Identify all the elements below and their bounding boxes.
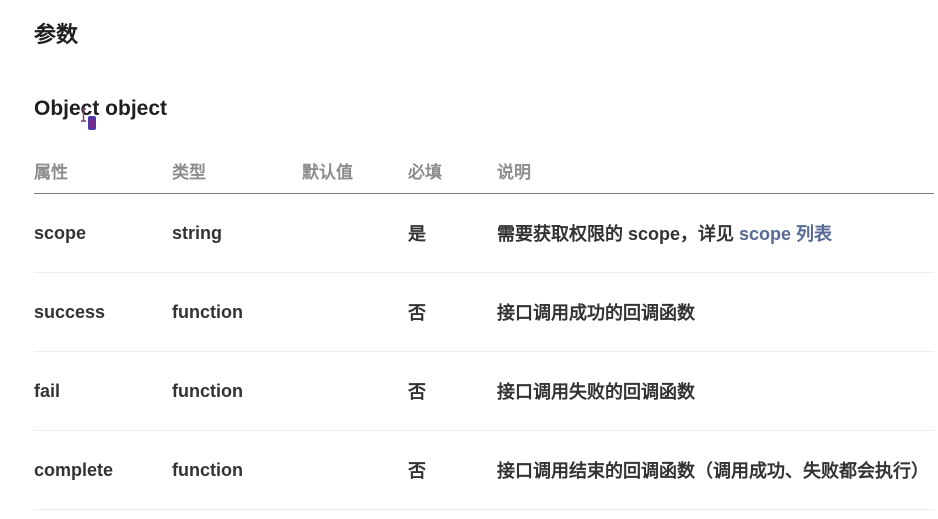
object-title: Object object: [34, 97, 168, 120]
table-row: success function 否 接口调用成功的回调函数: [34, 272, 934, 352]
header-type: 类型: [172, 148, 302, 194]
cell-default: [302, 272, 408, 352]
cell-required: 否: [408, 351, 497, 431]
cell-desc: 接口调用结束的回调函数（调用成功、失败都会执行）: [497, 430, 934, 510]
section-title: 参数: [34, 22, 79, 47]
cell-type: function: [172, 351, 302, 431]
cell-default: [302, 430, 408, 510]
cell-desc-text: 需要获取权限的 scope，详见: [497, 224, 740, 244]
params-table: 属性 类型 默认值 必填 说明 scope string 是 需要获取权限的 s…: [34, 148, 934, 510]
table-header-row: 属性 类型 默认值 必填 说明: [34, 148, 934, 194]
cell-type: function: [172, 430, 302, 510]
table-row: complete function 否 接口调用结束的回调函数（调用成功、失败都…: [34, 430, 934, 510]
cell-default: [302, 351, 408, 431]
doc-page: 参数 Object object 属性 类型 默认值 必填 说明 scope s…: [0, 0, 938, 519]
cell-attr: success: [34, 272, 172, 352]
cell-default: [302, 193, 408, 273]
table-row: scope string 是 需要获取权限的 scope，详见 scope 列表: [34, 193, 934, 273]
cell-required: 是: [408, 193, 497, 273]
header-desc: 说明: [497, 148, 934, 194]
cell-type: function: [172, 272, 302, 352]
cell-attr: scope: [34, 193, 172, 273]
cell-required: 否: [408, 430, 497, 510]
cell-attr: fail: [34, 351, 172, 431]
table-row: fail function 否 接口调用失败的回调函数: [34, 351, 934, 431]
header-default: 默认值: [302, 148, 408, 194]
cell-required: 否: [408, 272, 497, 352]
cell-attr: complete: [34, 430, 172, 510]
header-attr: 属性: [34, 148, 172, 194]
text-cursor-with-lock-icon: [81, 108, 96, 130]
cell-desc: 接口调用成功的回调函数: [497, 272, 934, 352]
cell-desc: 接口调用失败的回调函数: [497, 351, 934, 431]
header-required: 必填: [408, 148, 497, 194]
cell-desc: 需要获取权限的 scope，详见 scope 列表: [497, 193, 934, 273]
cell-type: string: [172, 193, 302, 273]
scope-list-link[interactable]: scope 列表: [739, 224, 832, 244]
